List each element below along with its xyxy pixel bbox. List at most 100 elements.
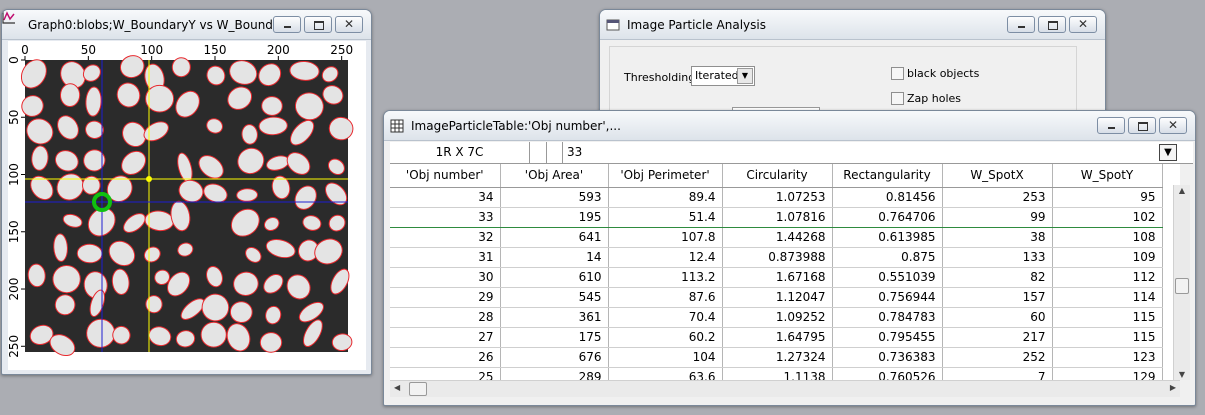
table-cell[interactable]: 0.784783 [832,307,943,328]
table-cell[interactable]: 82 [942,267,1053,288]
vertical-scroll-thumb[interactable] [1175,278,1189,294]
zap-holes-checkbox[interactable] [891,92,904,105]
table-cell[interactable]: 0.760526 [832,367,943,380]
close-button[interactable]: ✕ [1069,16,1097,33]
table-cell[interactable]: 107.8 [608,227,723,248]
table-cell[interactable]: 610 [500,267,609,288]
table-row[interactable]: 31 14 12.4 0.873988 0.875 133 109 [390,247,1163,268]
table-cell[interactable]: 1.1138 [722,367,833,380]
table-cell[interactable]: 0.81456 [832,187,943,208]
maximize-button[interactable] [1128,117,1156,134]
table-cell[interactable]: 123 [1052,347,1163,368]
table-cell[interactable]: 38 [942,227,1053,248]
maximize-button[interactable] [304,16,332,33]
table-row[interactable]: 28 361 70.4 1.09252 0.784783 60 115 [390,307,1163,328]
table-cell[interactable]: 1.67168 [722,267,833,288]
table-cell[interactable]: 1.07816 [722,206,833,228]
table-titlebar[interactable]: ImageParticleTable:'Obj number',... ✕ [384,111,1195,141]
table-cell[interactable]: 133 [942,247,1053,268]
table-row[interactable]: 33 195 51.4 1.07816 0.764706 99 102 [390,206,1163,228]
table-row[interactable]: 34 593 89.4 1.07253 0.81456 253 95 [390,187,1163,208]
table-cell[interactable]: 361 [500,307,609,328]
table-cell[interactable]: 0.875 [832,247,943,268]
table-cell[interactable]: 1.27324 [722,347,833,368]
table-cell[interactable]: 253 [942,187,1053,208]
table-cell[interactable]: 25 [390,367,501,380]
graph-titlebar[interactable]: Graph0:blobs;W_BoundaryY vs W_Boundar...… [2,10,371,40]
table-cell[interactable]: 115 [1052,307,1163,328]
table-cell[interactable]: 0.795455 [832,327,943,348]
table-cell[interactable]: 175 [500,327,609,348]
table-cell[interactable]: 102 [1052,206,1163,228]
table-cell[interactable]: 104 [608,347,723,368]
column-header[interactable]: W_SpotY [1052,164,1163,188]
table-cell[interactable]: 113.2 [608,267,723,288]
column-header[interactable]: 'Obj Perimeter' [608,164,723,188]
table-cell[interactable]: 108 [1052,227,1163,248]
table-cell[interactable]: 1.12047 [722,287,833,308]
graph-plot-area[interactable]: 0 50 100 150 200 250 0 50 100 150 200 250 [8,41,366,370]
table-cell[interactable]: 545 [500,287,609,308]
analysis-titlebar[interactable]: Image Particle Analysis ✕ [600,10,1105,40]
table-cell[interactable]: 31 [390,247,501,268]
table-row[interactable]: 32 641 107.8 1.44268 0.613985 38 108 [390,227,1163,248]
close-button[interactable]: ✕ [335,16,363,33]
table-cell[interactable]: 112 [1052,267,1163,288]
table-cell[interactable]: 70.4 [608,307,723,328]
table-cell[interactable]: 32 [390,227,501,248]
column-header[interactable]: W_SpotX [942,164,1053,188]
table-cell[interactable]: 109 [1052,247,1163,268]
table-cell[interactable]: 0.613985 [832,227,943,248]
table-cell[interactable]: 99 [942,206,1053,228]
table-cell[interactable]: 28 [390,307,501,328]
table-cell[interactable]: 12.4 [608,247,723,268]
table-cell[interactable]: 29 [390,287,501,308]
table-cell[interactable]: 0.873988 [722,247,833,268]
chevron-down-icon[interactable]: ▼ [737,68,753,84]
table-cell[interactable]: 87.6 [608,287,723,308]
table-cell[interactable]: 1.07253 [722,187,833,208]
scroll-down-icon[interactable]: ▼ [1174,370,1190,379]
table-cell[interactable]: 157 [942,287,1053,308]
table-cell[interactable]: 252 [942,347,1053,368]
table-row[interactable]: 25 289 63.6 1.1138 0.760526 7 129 [390,367,1163,380]
scroll-up-icon[interactable]: ▲ [1174,186,1190,195]
table-row[interactable]: 29 545 87.6 1.12047 0.756944 157 114 [390,287,1163,308]
table-window[interactable]: ImageParticleTable:'Obj number',... ✕ 1R… [383,110,1196,406]
graph-window[interactable]: Graph0:blobs;W_BoundaryY vs W_Boundar...… [1,9,372,375]
table-cell[interactable]: 51.4 [608,206,723,228]
table-cell[interactable]: 195 [500,206,609,228]
column-header[interactable]: Circularity [722,164,833,188]
table-cell[interactable]: 95 [1052,187,1163,208]
table-cell[interactable]: 129 [1052,367,1163,380]
maximize-button[interactable] [1038,16,1066,33]
table-cell[interactable]: 33 [390,206,501,228]
horizontal-scrollbar[interactable]: ◀ ▶ [390,380,1180,397]
black-objects-checkbox[interactable] [891,67,904,80]
table-cell[interactable]: 0.736383 [832,347,943,368]
table-cell[interactable]: 0.764706 [832,206,943,228]
scroll-left-icon[interactable]: ◀ [394,383,400,392]
cell-entry-input[interactable]: 33 [563,142,1163,163]
table-cell[interactable]: 27 [390,327,501,348]
table-cell[interactable]: 63.6 [608,367,723,380]
chevron-down-icon[interactable]: ▼ [1159,144,1177,161]
table-cell[interactable]: 593 [500,187,609,208]
table-cell[interactable]: 0.756944 [832,287,943,308]
horizontal-scroll-thumb[interactable] [409,382,427,396]
minimize-button[interactable] [1097,117,1125,134]
column-header[interactable]: Rectangularity [832,164,943,188]
thresholding-select[interactable]: Iterated ▼ [691,66,755,86]
table-cell[interactable]: 60 [942,307,1053,328]
table-cell[interactable]: 676 [500,347,609,368]
minimize-button[interactable] [273,16,301,33]
table-cell[interactable]: 0.551039 [832,267,943,288]
column-header[interactable]: 'Obj Area' [500,164,609,188]
table-cell[interactable]: 217 [942,327,1053,348]
table-row[interactable]: 26 676 104 1.27324 0.736383 252 123 [390,347,1163,368]
vertical-scrollbar[interactable]: ▲ ▼ [1173,185,1190,380]
table-entry-line[interactable]: 1R X 7C 33 ▼ [390,142,1193,164]
table-grid[interactable]: 'Obj number' 'Obj Area' 'Obj Perimeter' Cir… [390,164,1180,380]
image-plot[interactable]: 0 50 100 150 200 250 0 50 100 150 200 250 [8,41,366,370]
cursor-point[interactable] [146,176,152,182]
